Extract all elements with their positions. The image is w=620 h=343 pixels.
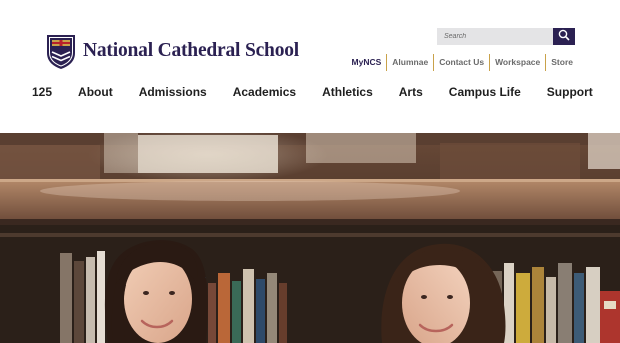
utility-link-workspace[interactable]: Workspace	[489, 54, 545, 71]
shield-crest-icon	[46, 33, 76, 70]
search-icon	[558, 29, 570, 44]
utility-link-alumnae[interactable]: Alumnae	[386, 54, 433, 71]
site-search	[437, 28, 575, 45]
nav-item-athletics[interactable]: Athletics	[322, 85, 373, 99]
utility-link-store[interactable]: Store	[545, 54, 573, 71]
site-header: National Cathedral School MyNCS Alumnae …	[0, 0, 620, 133]
nav-item-arts[interactable]: Arts	[399, 85, 423, 99]
nav-item-academics[interactable]: Academics	[233, 85, 296, 99]
main-nav: 125 About Admissions Academics Athletics…	[32, 83, 593, 101]
hero-photo	[0, 133, 620, 343]
nav-item-support[interactable]: Support	[547, 85, 593, 99]
site-logo[interactable]: National Cathedral School	[46, 32, 299, 70]
nav-item-about[interactable]: About	[78, 85, 113, 99]
utility-link-contact-us[interactable]: Contact Us	[433, 54, 489, 71]
utility-nav: MyNCS Alumnae Contact Us Workspace Store	[347, 54, 573, 71]
nav-item-125[interactable]: 125	[32, 85, 52, 99]
search-button[interactable]	[553, 28, 575, 45]
nav-item-campus-life[interactable]: Campus Life	[449, 85, 521, 99]
search-input[interactable]	[437, 28, 553, 45]
utility-link-myncs[interactable]: MyNCS	[347, 54, 387, 71]
school-name: National Cathedral School	[83, 40, 300, 61]
nav-item-admissions[interactable]: Admissions	[139, 85, 207, 99]
